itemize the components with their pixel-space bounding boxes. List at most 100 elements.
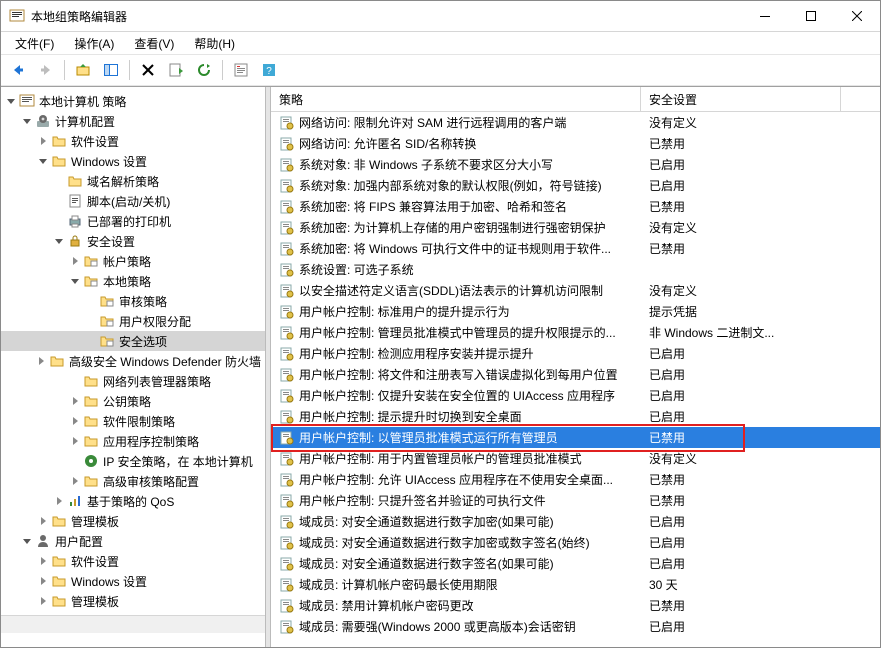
twisty-open-icon[interactable] [21,115,33,127]
list-row[interactable]: 系统设置: 可选子系统 [271,259,880,280]
twisty-closed-icon[interactable] [53,495,65,507]
twisty-closed-icon[interactable] [37,575,49,587]
list-row[interactable]: 用户帐户控制: 只提升签名并验证的可执行文件已禁用 [271,490,880,511]
export-button[interactable] [163,57,189,83]
tree-node[interactable]: 审核策略 [1,291,265,311]
tree-node[interactable]: 高级安全 Windows Defender 防火墙 [1,351,265,371]
policy-name: 用户帐户控制: 提示提升时切换到安全桌面 [299,408,522,425]
list-row[interactable]: 用户帐户控制: 将文件和注册表写入错误虚拟化到每用户位置已启用 [271,364,880,385]
list-row[interactable]: 系统对象: 加强内部系统对象的默认权限(例如，符号链接)已启用 [271,175,880,196]
menu-action[interactable]: 操作(A) [66,33,122,54]
twisty-open-icon[interactable] [53,235,65,247]
twisty-closed-icon[interactable] [35,355,47,367]
twisty-closed-icon[interactable] [37,555,49,567]
list-row[interactable]: 用户帐户控制: 管理员批准模式中管理员的提升权限提示的...非 Windows … [271,322,880,343]
list-row[interactable]: 用户帐户控制: 用于内置管理员帐户的管理员批准模式没有定义 [271,448,880,469]
twisty-closed-icon[interactable] [69,415,81,427]
list-row[interactable]: 系统加密: 将 Windows 可执行文件中的证书规则用于软件...已禁用 [271,238,880,259]
tree-node[interactable]: 计算机配置 [1,111,265,131]
tree-node[interactable]: 域名解析策略 [1,171,265,191]
list-row[interactable]: 域成员: 需要强(Windows 2000 或更高版本)会话密钥已启用 [271,616,880,637]
tree-node[interactable]: 网络列表管理器策略 [1,371,265,391]
twisty-closed-icon[interactable] [69,435,81,447]
policy-value: 已启用 [649,536,685,550]
tree-node[interactable]: IP 安全策略，在 本地计算机 [1,451,265,471]
twisty-closed-icon[interactable] [69,255,81,267]
policy-value: 没有定义 [649,221,697,235]
tree-node[interactable]: 脚本(启动/关机) [1,191,265,211]
tree-node[interactable]: 管理模板 [1,591,265,611]
list-row[interactable]: 域成员: 对安全通道数据进行数字签名(如果可能)已启用 [271,553,880,574]
list-row[interactable]: 域成员: 禁用计算机帐户密码更改已禁用 [271,595,880,616]
tree-node[interactable]: 本地策略 [1,271,265,291]
tree-node[interactable]: 基于策略的 QoS [1,491,265,511]
policy-icon [279,367,295,383]
twisty-closed-icon[interactable] [69,395,81,407]
tree-scrollbar[interactable] [1,615,265,633]
svg-text:?: ? [266,66,272,77]
twisty-closed-icon[interactable] [37,515,49,527]
policy-name: 系统加密: 将 Windows 可执行文件中的证书规则用于软件... [299,240,611,257]
forward-button[interactable] [33,57,59,83]
tree-node[interactable]: Windows 设置 [1,151,265,171]
tree-node[interactable]: 帐户策略 [1,251,265,271]
twisty-open-icon[interactable] [5,95,17,107]
menu-view[interactable]: 查看(V) [126,33,182,54]
tree-node[interactable]: 公钥策略 [1,391,265,411]
tree-node[interactable]: 软件设置 [1,551,265,571]
tree-node[interactable]: 安全选项 [1,331,265,351]
policy-icon [279,598,295,614]
delete-button[interactable] [135,57,161,83]
list-row[interactable]: 域成员: 对安全通道数据进行数字加密或数字签名(始终)已启用 [271,532,880,553]
tree-node[interactable]: 管理模板 [1,511,265,531]
close-button[interactable] [834,1,880,31]
help-button[interactable]: ? [256,57,282,83]
list-row[interactable]: 网络访问: 允许匿名 SID/名称转换已禁用 [271,133,880,154]
tree-node[interactable]: 软件设置 [1,131,265,151]
col-header-setting[interactable]: 安全设置 [641,87,841,111]
tree-pane[interactable]: 本地计算机 策略计算机配置软件设置Windows 设置域名解析策略脚本(启动/关… [1,87,265,647]
tree-node[interactable]: 已部署的打印机 [1,211,265,231]
back-button[interactable] [5,57,31,83]
list-row[interactable]: 域成员: 对安全通道数据进行数字加密(如果可能)已启用 [271,511,880,532]
tree-node[interactable]: 用户配置 [1,531,265,551]
show-hide-tree-button[interactable] [98,57,124,83]
up-button[interactable] [70,57,96,83]
policy-name: 系统对象: 非 Windows 子系统不要求区分大小写 [299,156,553,173]
tree-node[interactable]: 应用程序控制策略 [1,431,265,451]
tree-node[interactable]: 安全设置 [1,231,265,251]
tree-node[interactable]: 用户权限分配 [1,311,265,331]
list-row[interactable]: 系统对象: 非 Windows 子系统不要求区分大小写已启用 [271,154,880,175]
list-row[interactable]: 用户帐户控制: 检测应用程序安装并提示提升已启用 [271,343,880,364]
twisty-open-icon[interactable] [37,155,49,167]
list-row[interactable]: 系统加密: 将 FIPS 兼容算法用于加密、哈希和签名已禁用 [271,196,880,217]
menu-help[interactable]: 帮助(H) [186,33,243,54]
list-row[interactable]: 网络访问: 限制允许对 SAM 进行远程调用的客户端没有定义 [271,112,880,133]
properties-button[interactable] [228,57,254,83]
twisty-closed-icon[interactable] [37,135,49,147]
list-row[interactable]: 用户帐户控制: 提示提升时切换到安全桌面已启用 [271,406,880,427]
refresh-button[interactable] [191,57,217,83]
list-row[interactable]: 用户帐户控制: 允许 UIAccess 应用程序在不使用安全桌面...已禁用 [271,469,880,490]
list-row[interactable]: 用户帐户控制: 以管理员批准模式运行所有管理员已禁用 [271,427,880,448]
tree-node[interactable]: 高级审核策略配置 [1,471,265,491]
tree-node[interactable]: 本地计算机 策略 [1,91,265,111]
tree-node[interactable]: Windows 设置 [1,571,265,591]
twisty-closed-icon[interactable] [69,475,81,487]
list-row[interactable]: 用户帐户控制: 仅提升安装在安全位置的 UIAccess 应用程序已启用 [271,385,880,406]
policy-icon [279,262,295,278]
list-row[interactable]: 用户帐户控制: 标准用户的提升提示行为提示凭据 [271,301,880,322]
list-row[interactable]: 以安全描述符定义语言(SDDL)语法表示的计算机访问限制没有定义 [271,280,880,301]
twisty-open-icon[interactable] [69,275,81,287]
twisty-open-icon[interactable] [21,535,33,547]
col-header-policy[interactable]: 策略 [271,87,641,111]
minimize-button[interactable] [742,1,788,31]
tree-node[interactable]: 软件限制策略 [1,411,265,431]
menu-file[interactable]: 文件(F) [7,33,62,54]
maximize-button[interactable] [788,1,834,31]
twisty-closed-icon[interactable] [37,595,49,607]
list-row[interactable]: 域成员: 计算机帐户密码最长使用期限30 天 [271,574,880,595]
list-body[interactable]: 网络访问: 限制允许对 SAM 进行远程调用的客户端没有定义网络访问: 允许匿名… [271,112,880,647]
policy-value: 已禁用 [649,200,685,214]
list-row[interactable]: 系统加密: 为计算机上存储的用户密钥强制进行强密钥保护没有定义 [271,217,880,238]
